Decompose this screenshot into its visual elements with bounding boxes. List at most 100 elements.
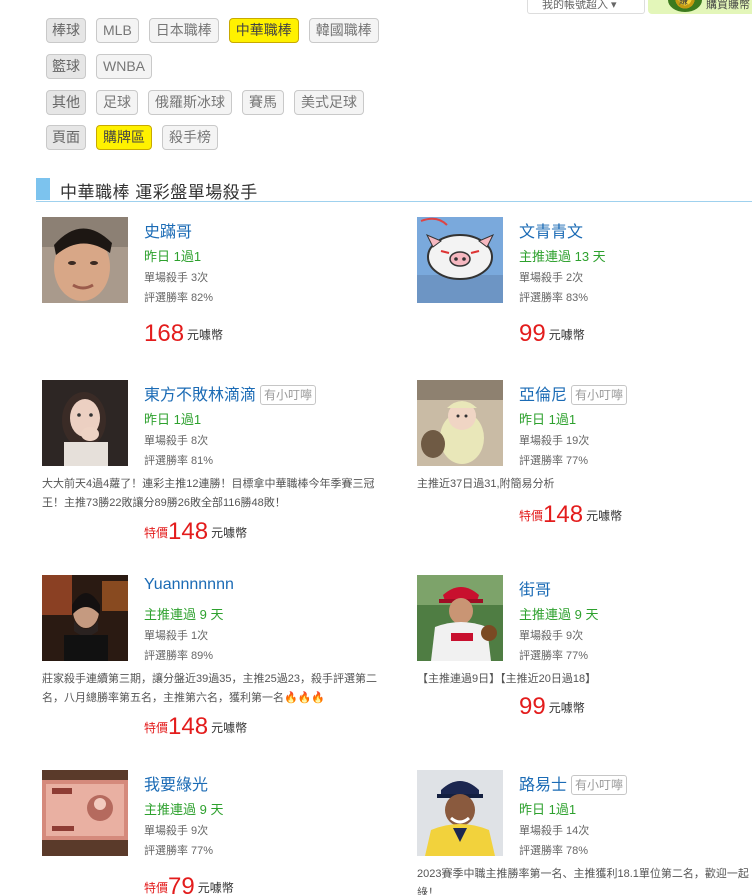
tipster-card[interactable]: 史蹣哥 昨日 1過1 單場殺手 3次 評選勝率 82% 168 元噱幣 [42, 217, 377, 357]
price-tag[interactable]: 特價148 元噱幣 [519, 501, 622, 529]
price-amount: 148 [168, 518, 209, 545]
filter-chip-khl[interactable]: 俄羅斯冰球 [148, 90, 232, 115]
filter-row-page: 頁面 購牌區 殺手榜 [46, 125, 228, 150]
tipster-card[interactable]: 東方不敗林滴滴 有小叮嚀 昨日 1過1 單場殺手 8次 評選勝率 81% 大大前天… [42, 380, 387, 550]
tipster-streak: 主推連過 9 天 [144, 802, 224, 817]
tipster-card[interactable]: 亞倫尼 有小叮嚀 昨日 1過1 單場殺手 19次 評選勝率 77% 主推近37日過… [417, 380, 752, 550]
tipster-name[interactable]: 亞倫尼 有小叮嚀 [519, 381, 628, 405]
tipster-win-rate: 評選勝率 82% [144, 292, 214, 304]
filter-row-basketball: 籃球 WNBA [46, 54, 162, 79]
filter-row-other: 其他 足球 俄羅斯冰球 賽馬 美式足球 [46, 90, 374, 115]
tipster-name[interactable]: 史蹣哥 [144, 218, 192, 242]
tipster-description: 2023賽季中職主推勝率第一名、主推獲利18.1單位第二名，歡迎一起綠！ [417, 868, 749, 895]
tipster-avatar[interactable] [417, 217, 503, 303]
special-price-label: 特價 [144, 721, 169, 735]
special-price-label: 特價 [144, 881, 169, 895]
tipster-card[interactable]: 路易士 有小叮嚀 昨日 1過1 單場殺手 14次 評選勝率 78% 2023賽季中… [417, 770, 752, 895]
tipster-win-rate: 評選勝率 81% [144, 455, 214, 467]
tipster-avatar[interactable] [42, 380, 128, 466]
tipster-card[interactable]: Yuannnnnnn 主推連過 9 天 單場殺手 1次 評選勝率 89% 莊家殺… [42, 575, 387, 745]
tipster-kill-count: 單場殺手 2次 [519, 272, 584, 284]
tipster-avatar[interactable] [42, 217, 128, 303]
filter-chip-killer-ranking[interactable]: 殺手榜 [162, 125, 218, 150]
filter-chip-soccer[interactable]: 足球 [96, 90, 138, 115]
price-tag[interactable]: 特價148 元噱幣 [144, 518, 247, 546]
tipster-name[interactable]: 路易士 有小叮嚀 [519, 771, 628, 795]
filter-chip-horse-racing[interactable]: 賽馬 [242, 90, 284, 115]
tipster-avatar[interactable] [42, 575, 128, 661]
tipster-kill-count: 單場殺手 3次 [144, 272, 209, 284]
tipster-streak: 昨日 1過1 [519, 412, 577, 427]
tipster-streak: 主推連過 9 天 [144, 607, 224, 622]
filter-category-label: 頁面 [46, 125, 86, 150]
tipster-name[interactable]: 街哥 [519, 576, 551, 600]
tip-note-badge: 有小叮嚀 [571, 775, 628, 795]
tipster-description: 主推近37日過31,附簡易分析 [417, 478, 555, 490]
tipster-avatar[interactable] [417, 770, 503, 856]
tipster-win-rate: 評選勝率 83% [519, 292, 589, 304]
tipster-streak: 昨日 1過1 [144, 249, 202, 264]
tipster-name[interactable]: 文青青文 [519, 218, 583, 242]
tipster-kill-count: 單場殺手 19次 [519, 435, 590, 447]
section-title: 中華職棒 運彩盤單場殺手 [60, 183, 258, 202]
tipster-description: 【主推連過9日】【主推近20日過18】 [417, 673, 597, 685]
tipster-card[interactable]: 文青青文 主推連過 13 天 單場殺手 2次 評選勝率 83% 99 元噱幣 [417, 217, 752, 357]
account-menu[interactable]: 我的帳號超入 ▾ [527, 0, 645, 14]
price-amount: 148 [168, 713, 209, 740]
tipster-win-rate: 評選勝率 77% [144, 845, 214, 857]
filter-row-baseball: 棒球 MLB 日本職棒 中華職棒 韓國職棒 [46, 18, 389, 43]
tipster-streak: 主推連過 13 天 [519, 249, 606, 264]
filter-chip-cpbl[interactable]: 中華職棒 [228, 18, 299, 43]
tipster-card[interactable]: 街哥 主推連過 9 天 單場殺手 9次 評選勝率 77% 【主推連過9日】【主推… [417, 575, 752, 745]
tipster-streak: 主推連過 9 天 [519, 607, 599, 622]
tipster-avatar[interactable] [42, 770, 128, 856]
price-unit: 元噱幣 [187, 328, 224, 342]
price-unit: 元噱幣 [197, 881, 234, 895]
price-unit: 元噱幣 [211, 721, 248, 735]
price-amount: 148 [543, 501, 584, 528]
tipster-streak: 昨日 1過1 [144, 412, 202, 427]
section-header: 中華職棒 運彩盤單場殺手 [36, 177, 752, 202]
tipster-win-rate: 評選勝率 78% [519, 845, 589, 857]
price-amount: 79 [168, 873, 195, 895]
price-unit: 元噱幣 [586, 509, 623, 523]
price-tag[interactable]: 168 元噱幣 [144, 320, 223, 348]
tipster-name[interactable]: Yuannnnnnn [144, 576, 234, 594]
special-price-label: 特價 [144, 526, 169, 540]
tipster-win-rate: 評選勝率 89% [144, 650, 214, 662]
tip-note-badge: 有小叮嚀 [260, 385, 317, 405]
price-amount: 168 [144, 320, 185, 347]
tip-note-badge: 有小叮嚀 [571, 385, 628, 405]
tipster-kill-count: 單場殺手 9次 [144, 825, 209, 837]
tipster-kill-count: 單場殺手 14次 [519, 825, 590, 837]
filter-chip-purchase-area[interactable]: 購牌區 [96, 125, 152, 150]
special-price-label: 特價 [519, 509, 544, 523]
tipster-streak: 昨日 1過1 [519, 802, 577, 817]
filter-chip-npb[interactable]: 日本職棒 [148, 18, 219, 43]
tipster-avatar[interactable] [417, 575, 503, 661]
price-tag[interactable]: 特價148 元噱幣 [144, 713, 247, 741]
filter-category-label: 其他 [46, 90, 86, 115]
top-bar: 我的帳號超入 ▾ 購買賺幣 賺 [0, 0, 752, 14]
tipster-name[interactable]: 東方不敗林滴滴 有小叮嚀 [144, 381, 317, 405]
filter-chip-mlb[interactable]: MLB [96, 18, 139, 43]
price-tag[interactable]: 特價79 元噱幣 [144, 873, 234, 895]
tipster-description: 莊家殺手連續第三期，讓分盤近39過35，主推25過23，殺手評選第二名，八月總勝… [42, 673, 377, 704]
price-tag[interactable]: 99 元噱幣 [519, 320, 585, 348]
tipster-avatar[interactable] [417, 380, 503, 466]
section-accent-bar [36, 178, 50, 200]
price-unit: 元噱幣 [548, 328, 585, 342]
tipster-kill-count: 單場殺手 1次 [144, 630, 209, 642]
filter-chip-nfl[interactable]: 美式足球 [294, 90, 364, 115]
price-tag[interactable]: 99 元噱幣 [519, 693, 585, 721]
tipster-win-rate: 評選勝率 77% [519, 455, 589, 467]
tipster-win-rate: 評選勝率 77% [519, 650, 589, 662]
filter-chip-kbo[interactable]: 韓國職棒 [308, 18, 379, 43]
filter-category-label: 籃球 [46, 54, 86, 79]
filter-chip-wnba[interactable]: WNBA [96, 54, 152, 79]
tipster-name[interactable]: 我要綠光 [144, 771, 208, 795]
tipster-card[interactable]: 我要綠光 主推連過 9 天 單場殺手 9次 評選勝率 77% 特價79 元噱幣 [42, 770, 377, 895]
price-amount: 99 [519, 693, 546, 720]
price-unit: 元噱幣 [548, 701, 585, 715]
tipster-description: 大大前天4過4蘿了！連彩主推12連勝！目標拿中華職棒今年季賽三冠王！主推73勝2… [42, 478, 375, 509]
